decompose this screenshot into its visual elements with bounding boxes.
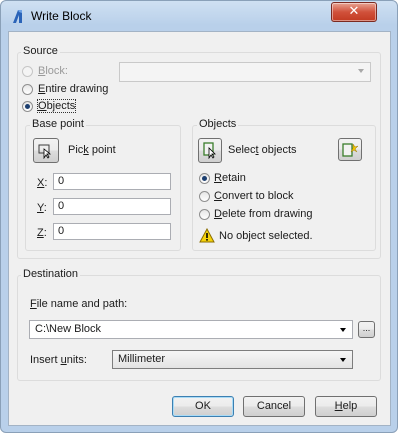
chevron-down-icon: [340, 358, 346, 362]
block-name-select[interactable]: [119, 62, 371, 82]
y-coordinate-input[interactable]: 0: [53, 198, 171, 215]
pick-point-icon: [38, 144, 52, 160]
quick-select-icon: [342, 143, 359, 157]
objects-radio-label: Objects: [36, 99, 77, 113]
entire-drawing-radio[interactable]: [22, 84, 33, 95]
convert-to-block-label: Convert to block: [214, 190, 294, 202]
file-path-combo[interactable]: C:\New Block: [29, 320, 353, 339]
file-path-label: File name and path:: [30, 298, 128, 310]
base-point-group-label: Base point: [30, 118, 86, 130]
pick-point-label: Pick point: [68, 144, 116, 156]
selection-status-text: No object selected.: [219, 230, 313, 242]
dialog-body: Source Block: Entire drawing Objects Bas…: [8, 31, 391, 426]
pick-point-button[interactable]: [33, 138, 59, 163]
block-radio[interactable]: [22, 66, 33, 77]
warning-icon: [199, 228, 215, 243]
autocad-app-icon: [13, 10, 22, 23]
y-label: Y:: [37, 202, 47, 214]
objects-group-label: Objects: [197, 118, 239, 130]
cancel-button[interactable]: Cancel: [243, 396, 305, 417]
convert-to-block-radio[interactable]: [199, 191, 210, 202]
x-label: X:: [37, 177, 48, 189]
chevron-down-icon: [340, 328, 346, 332]
z-label: Z:: [37, 227, 47, 239]
help-button[interactable]: Help: [315, 396, 377, 417]
ok-button[interactable]: OK: [172, 396, 234, 417]
window-title: Write Block: [31, 9, 92, 23]
destination-group-label: Destination: [21, 268, 81, 280]
retain-label: Retain: [214, 172, 246, 184]
z-coordinate-input[interactable]: 0: [53, 223, 171, 240]
browse-button[interactable]: ...: [358, 321, 375, 338]
insert-units-select[interactable]: Millimeter: [112, 350, 353, 369]
select-objects-button[interactable]: [198, 138, 222, 163]
quick-select-button[interactable]: [338, 138, 362, 161]
close-icon: ✕: [348, 4, 360, 19]
retain-radio[interactable]: [199, 173, 210, 184]
source-group-label: Source: [21, 45, 60, 57]
x-coordinate-input[interactable]: 0: [53, 173, 171, 190]
select-objects-label: Select objects: [228, 144, 297, 156]
write-block-dialog: Write Block ✕ Source Block: Entire drawi…: [0, 0, 398, 433]
delete-from-drawing-label: Delete from drawing: [214, 208, 313, 220]
block-radio-label: Block:: [38, 65, 68, 77]
delete-from-drawing-radio[interactable]: [199, 209, 210, 220]
title-bar[interactable]: Write Block ✕: [1, 1, 397, 31]
objects-radio[interactable]: [22, 101, 33, 112]
close-button[interactable]: ✕: [331, 2, 377, 22]
chevron-down-icon: [358, 69, 364, 73]
select-objects-icon: [203, 142, 216, 160]
insert-units-label: Insert units:: [30, 354, 87, 366]
entire-drawing-label: Entire drawing: [38, 83, 109, 95]
